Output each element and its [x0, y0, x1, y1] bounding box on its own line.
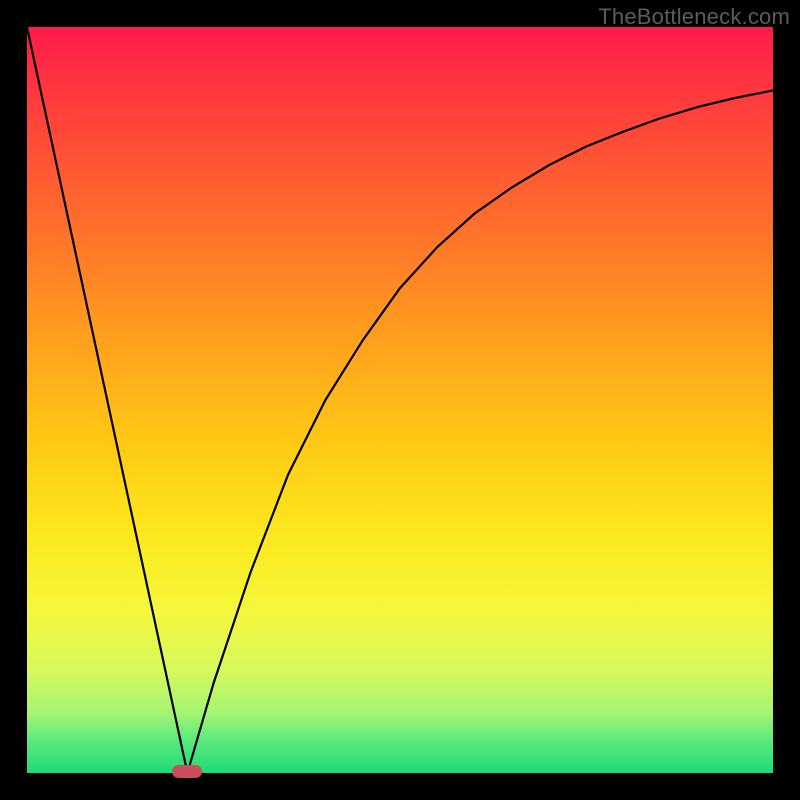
plot-area: [27, 27, 773, 773]
right-branch-curve: [187, 90, 773, 773]
chart-frame: TheBottleneck.com: [0, 0, 800, 800]
watermark-text: TheBottleneck.com: [598, 4, 790, 30]
left-branch-curve: [27, 27, 187, 773]
curve-overlay: [27, 27, 773, 773]
min-marker: [172, 765, 202, 778]
